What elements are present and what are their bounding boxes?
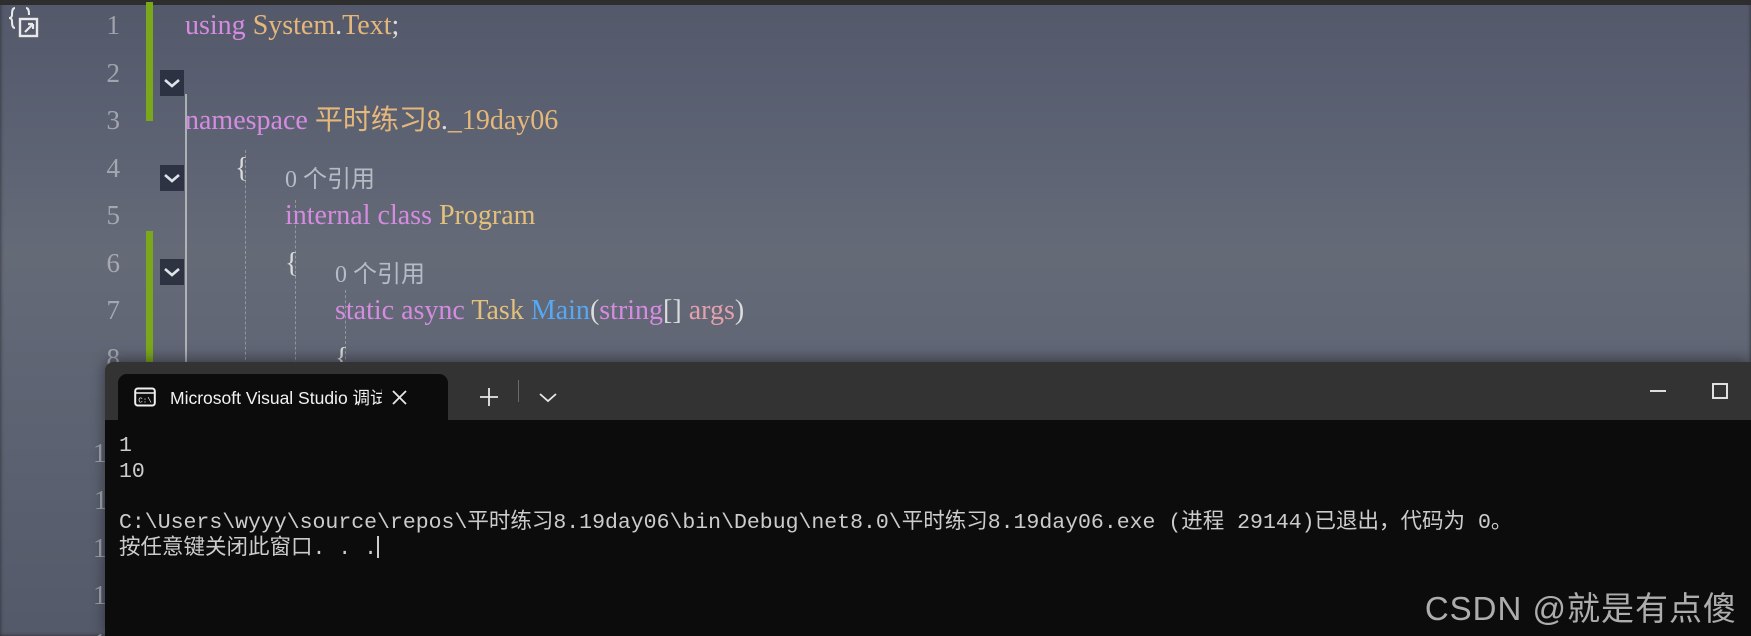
code-token: string <box>599 295 664 326</box>
code-token: [] <box>663 295 689 326</box>
code-token: System <box>252 10 336 41</box>
terminal-cmd-icon: C:\ <box>134 386 156 408</box>
code-line[interactable]: using System.Text; <box>0 2 1751 50</box>
console-output-line: 1 <box>119 434 132 458</box>
code-token: using <box>185 10 253 41</box>
code-token: Main <box>530 295 590 326</box>
code-token: 平时练习8 <box>314 105 441 136</box>
console-title-bar: C:\ Microsoft Visual Studio 调试控 <box>105 362 1751 420</box>
minimize-icon[interactable] <box>1627 362 1689 420</box>
code-lens-reference-count[interactable]: 0 个引用 <box>0 252 1751 300</box>
screen-root: 12345678910111213141516 using System.Tex… <box>0 0 1751 636</box>
code-token: internal <box>285 200 378 231</box>
code-token: class <box>377 200 439 231</box>
code-line[interactable]: namespace 平时练习8._19day06 <box>0 97 1751 145</box>
console-tab[interactable]: C:\ Microsoft Visual Studio 调试控 <box>118 374 448 420</box>
code-token: ; <box>391 10 400 41</box>
csdn-watermark: CSDN @就是有点傻 <box>1424 590 1737 627</box>
code-token: ) <box>734 295 745 326</box>
close-icon[interactable] <box>384 382 414 412</box>
console-tab-title: Microsoft Visual Studio 调试控 <box>170 387 382 408</box>
chevron-down-icon[interactable] <box>529 374 567 420</box>
console-cursor <box>377 536 380 558</box>
svg-text:C:\: C:\ <box>138 397 152 405</box>
maximize-icon[interactable] <box>1689 362 1751 420</box>
console-output-line: 按任意键关闭此窗口. . . <box>119 536 380 561</box>
code-token: Text <box>342 10 392 41</box>
code-token: args <box>688 295 735 326</box>
code-token: async <box>401 295 472 326</box>
code-token: Task <box>471 295 531 326</box>
code-lens-reference-count[interactable]: 0 个引用 <box>0 157 1751 205</box>
console-output-line: 10 <box>119 459 145 484</box>
code-token: namespace <box>185 105 315 136</box>
code-token: . <box>440 105 448 136</box>
code-token: Program <box>438 200 536 231</box>
plus-icon[interactable] <box>470 374 508 420</box>
code-token: ( <box>589 295 600 326</box>
toolbar-separator <box>518 380 519 402</box>
code-token: _19day06 <box>447 105 559 136</box>
window-controls <box>1627 362 1751 420</box>
code-token: static <box>335 295 402 326</box>
console-output-line: C:\Users\wyyy\source\repos\平时练习8.19day06… <box>119 510 1513 535</box>
